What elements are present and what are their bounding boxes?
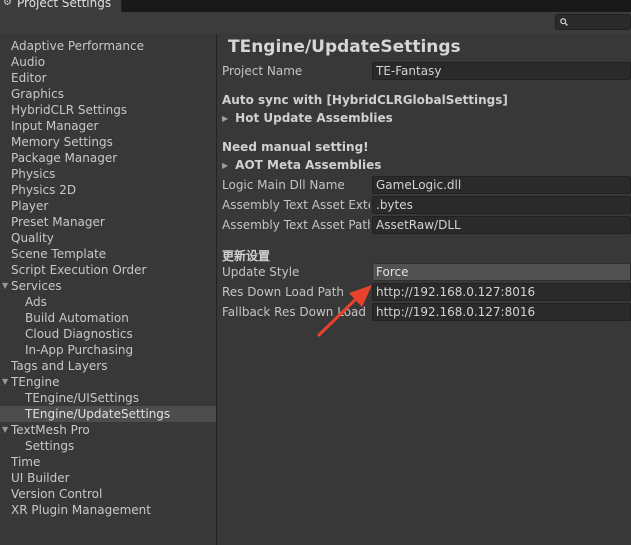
aot-meta-assemblies-foldout[interactable]: ▶ AOT Meta Assemblies bbox=[222, 158, 381, 172]
chevron-down-icon[interactable]: ▼ bbox=[2, 374, 8, 390]
chevron-down-icon[interactable]: ▼ bbox=[2, 422, 8, 438]
settings-panel: TEngine/UpdateSettings Project Name TE-F… bbox=[218, 34, 631, 545]
sidebar-item-input-manager[interactable]: Input Manager bbox=[0, 118, 216, 134]
chevron-down-icon[interactable]: ▼ bbox=[2, 278, 8, 294]
sidebar-item-xr-plugin-management[interactable]: XR Plugin Management bbox=[0, 502, 216, 518]
tab-title: Project Settings bbox=[17, 0, 112, 10]
text-asset-ext-field[interactable]: .bytes bbox=[372, 196, 631, 214]
auto-sync-header: Auto sync with [HybridCLRGlobalSettings] bbox=[222, 93, 508, 107]
chevron-right-icon: ▶ bbox=[222, 114, 229, 123]
tab-bar: ⚙ Project Settings bbox=[0, 0, 631, 12]
sidebar-item-tengine-uisettings[interactable]: TEngine/UISettings bbox=[0, 390, 216, 406]
sidebar-item-physics[interactable]: Physics bbox=[0, 166, 216, 182]
sidebar-item-services[interactable]: ▼ Services bbox=[0, 278, 216, 294]
sidebar-item-tengine-updatesettings[interactable]: TEngine/UpdateSettings bbox=[0, 406, 216, 422]
update-style-dropdown[interactable]: Force bbox=[372, 263, 631, 281]
text-asset-path-field[interactable]: AssetRaw/DLL bbox=[372, 216, 631, 234]
sidebar-item-time[interactable]: Time bbox=[0, 454, 216, 470]
manual-setting-header: Need manual setting! bbox=[222, 140, 369, 154]
sidebar-item-ads[interactable]: Ads bbox=[0, 294, 216, 310]
sidebar-item-build-automation[interactable]: Build Automation bbox=[0, 310, 216, 326]
sidebar-item-in-app-purchasing[interactable]: In-App Purchasing bbox=[0, 342, 216, 358]
project-name-label: Project Name bbox=[222, 64, 303, 78]
sidebar-item-graphics[interactable]: Graphics bbox=[0, 86, 216, 102]
fallback-path-field[interactable]: http://192.168.0.127:8016 bbox=[372, 303, 631, 321]
update-settings-header: 更新设置 bbox=[222, 249, 271, 263]
update-style-label: Update Style bbox=[222, 265, 300, 279]
toolbar bbox=[0, 12, 631, 34]
sidebar-item-version-control[interactable]: Version Control bbox=[0, 486, 216, 502]
sidebar-item-hybridclr-settings[interactable]: HybridCLR Settings bbox=[0, 102, 216, 118]
sidebar-item-ui-builder[interactable]: UI Builder bbox=[0, 470, 216, 486]
search-icon bbox=[560, 18, 568, 26]
tab-project-settings[interactable]: ⚙ Project Settings bbox=[0, 0, 122, 12]
sidebar-item-script-execution-order[interactable]: Script Execution Order bbox=[0, 262, 216, 278]
search-input[interactable] bbox=[555, 14, 631, 30]
chevron-right-icon: ▶ bbox=[222, 161, 229, 170]
sidebar-item-adaptive-performance[interactable]: Adaptive Performance bbox=[0, 38, 216, 54]
sidebar-item-physics-2d[interactable]: Physics 2D bbox=[0, 182, 216, 198]
hot-update-assemblies-foldout[interactable]: ▶ Hot Update Assemblies bbox=[222, 111, 393, 125]
text-asset-ext-label: Assembly Text Asset Exten bbox=[222, 198, 370, 212]
res-down-path-field[interactable]: http://192.168.0.127:8016 bbox=[372, 283, 631, 301]
logic-dll-label: Logic Main Dll Name bbox=[222, 178, 345, 192]
sidebar-item-memory-settings[interactable]: Memory Settings bbox=[0, 134, 216, 150]
sidebar-item-player[interactable]: Player bbox=[0, 198, 216, 214]
sidebar-item-preset-manager[interactable]: Preset Manager bbox=[0, 214, 216, 230]
sidebar: Adaptive Performance Audio Editor Graphi… bbox=[0, 34, 217, 545]
annotation-arrow-icon bbox=[317, 285, 372, 337]
sidebar-item-tags-and-layers[interactable]: Tags and Layers bbox=[0, 358, 216, 374]
text-asset-path-label: Assembly Text Asset Path bbox=[222, 218, 370, 232]
sidebar-item-tengine[interactable]: ▼ TEngine bbox=[0, 374, 216, 390]
sidebar-item-textmesh-pro[interactable]: ▼ TextMesh Pro bbox=[0, 422, 216, 438]
sidebar-item-scene-template[interactable]: Scene Template bbox=[0, 246, 216, 262]
sidebar-item-quality[interactable]: Quality bbox=[0, 230, 216, 246]
sidebar-item-package-manager[interactable]: Package Manager bbox=[0, 150, 216, 166]
sidebar-item-editor[interactable]: Editor bbox=[0, 70, 216, 86]
project-name-field[interactable]: TE-Fantasy bbox=[372, 62, 631, 80]
logic-dll-field[interactable]: GameLogic.dll bbox=[372, 176, 631, 194]
gear-icon: ⚙ bbox=[3, 0, 12, 8]
page-title: TEngine/UpdateSettings bbox=[228, 37, 461, 57]
sidebar-item-cloud-diagnostics[interactable]: Cloud Diagnostics bbox=[0, 326, 216, 342]
sidebar-item-textmesh-settings[interactable]: Settings bbox=[0, 438, 216, 454]
sidebar-item-audio[interactable]: Audio bbox=[0, 54, 216, 70]
